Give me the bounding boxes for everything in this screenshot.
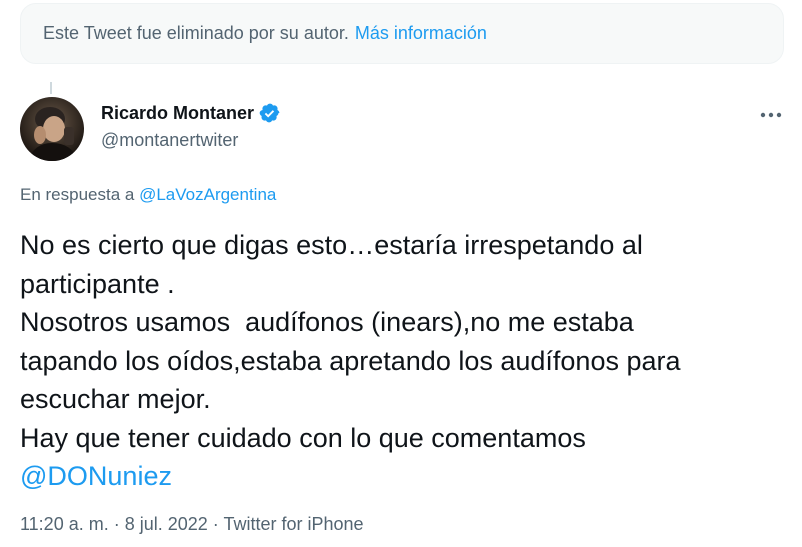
more-info-link[interactable]: Más información bbox=[355, 23, 487, 44]
more-options-icon[interactable] bbox=[756, 102, 786, 128]
tweet-line: Nosotros usamos audífonos (inears),no me… bbox=[20, 307, 634, 337]
tweet-date[interactable]: 8 jul. 2022 bbox=[125, 514, 208, 534]
tweet-text: No es cierto que digas esto…estaría irre… bbox=[20, 226, 790, 496]
thread-connector-line bbox=[50, 82, 52, 94]
tweet-line: No es cierto que digas esto…estaría irre… bbox=[20, 230, 643, 260]
tweet-mention-link[interactable]: @DONuniez bbox=[20, 457, 790, 496]
avatar[interactable] bbox=[20, 97, 84, 161]
reply-prefix: En respuesta a bbox=[20, 185, 140, 204]
tweet-time[interactable]: 11:20 a. m. bbox=[20, 514, 109, 534]
meta-separator: · bbox=[207, 514, 224, 534]
deleted-tweet-notice: Este Tweet fue eliminado por su autor. M… bbox=[20, 3, 784, 64]
tweet-line: tapando los oídos,estaba apretando los a… bbox=[20, 345, 681, 376]
author-name[interactable]: Ricardo Montaner bbox=[101, 103, 254, 124]
avatar-photo bbox=[20, 97, 84, 161]
tweet-line: escuchar mejor. bbox=[20, 384, 211, 414]
reply-mention-link[interactable]: @LaVozArgentina bbox=[139, 185, 276, 204]
reply-context: En respuesta a @LaVozArgentina bbox=[20, 185, 276, 205]
tweet-source[interactable]: Twitter for iPhone bbox=[223, 514, 363, 534]
tweet-line: Hay que tener cuidado con lo que comenta… bbox=[20, 422, 586, 453]
meta-separator: · bbox=[108, 514, 125, 534]
author-handle[interactable]: @montanertwiter bbox=[101, 130, 238, 151]
tweet-line: participante . bbox=[20, 268, 175, 299]
tweet-metadata: 11:20 a. m. · 8 jul. 2022 · Twitter for … bbox=[20, 514, 364, 535]
deleted-notice-text: Este Tweet fue eliminado por su autor. bbox=[43, 23, 349, 43]
verified-badge-icon bbox=[259, 102, 281, 124]
author-name-row: Ricardo Montaner bbox=[101, 102, 281, 124]
